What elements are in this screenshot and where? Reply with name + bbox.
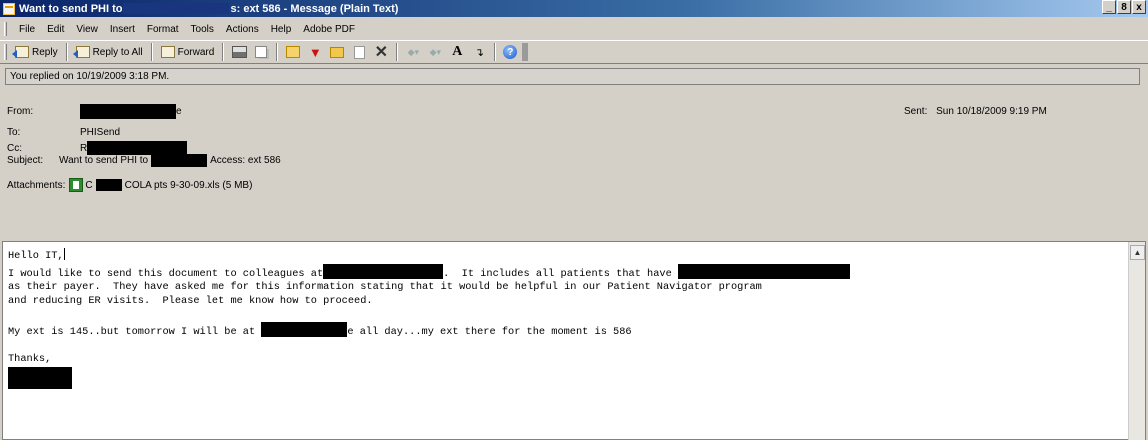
sent-value: Sun 10/18/2009 9:19 PM bbox=[936, 106, 1047, 117]
body-greeting: Hello IT, bbox=[8, 250, 64, 262]
from-row: From: e bbox=[7, 104, 182, 119]
close-button[interactable]: x bbox=[1132, 0, 1146, 14]
forward-button[interactable]: Forward bbox=[157, 42, 219, 62]
reply-label: Reply bbox=[32, 46, 58, 58]
toolbar-separator bbox=[65, 43, 68, 61]
excel-file-icon[interactable] bbox=[69, 178, 84, 192]
body-line: My ext is 145..but tomorrow I will be at bbox=[8, 325, 256, 338]
reply-all-icon bbox=[72, 46, 90, 58]
redaction-bar bbox=[123, 3, 230, 14]
toolbar: Reply Reply to All Forward ▼ ✕ ◆▾ ◆▾ A ↴… bbox=[0, 40, 1148, 64]
attachment-prefix[interactable]: C bbox=[85, 180, 92, 191]
subject-label: Subject: bbox=[7, 155, 44, 166]
body-closing: Thanks, bbox=[8, 353, 52, 366]
toolbar-separator bbox=[494, 43, 497, 61]
redaction-bar bbox=[80, 104, 176, 119]
redaction-bar bbox=[261, 321, 348, 337]
next-item-icon[interactable]: ◆▾ bbox=[427, 44, 443, 60]
redaction-bar bbox=[677, 263, 850, 279]
print-icon[interactable] bbox=[231, 44, 247, 60]
delete-icon[interactable]: ✕ bbox=[373, 44, 389, 61]
toolbar-separator bbox=[150, 43, 153, 61]
sent-info: Sent: Sun 10/18/2009 9:19 PM bbox=[904, 106, 1047, 117]
redaction-bar bbox=[8, 366, 72, 389]
menu-edit[interactable]: Edit bbox=[41, 24, 70, 35]
from-suffix: e bbox=[176, 106, 182, 117]
reply-all-button[interactable]: Reply to All bbox=[72, 42, 147, 62]
text-caret bbox=[63, 248, 65, 260]
menu-tools[interactable]: Tools bbox=[185, 24, 220, 35]
cc-label: Cc: bbox=[7, 142, 22, 154]
vertical-scrollbar[interactable]: ▲ bbox=[1128, 242, 1145, 440]
to-row: To: PHISend bbox=[7, 127, 120, 138]
address-book-icon[interactable]: ↴ bbox=[471, 44, 487, 60]
menu-file[interactable]: File bbox=[13, 24, 41, 35]
info-bar: You replied on 10/19/2009 3:18 PM. bbox=[5, 68, 1140, 85]
forward-label: Forward bbox=[177, 46, 215, 58]
redaction-bar bbox=[323, 263, 444, 279]
toolbar-overflow-handle[interactable] bbox=[522, 43, 529, 61]
title-bar: Want to send PHI to s: ext 586 - Message… bbox=[0, 0, 1148, 17]
toolbar-separator bbox=[396, 43, 399, 61]
redaction-bar bbox=[95, 179, 122, 191]
font-size-icon[interactable]: A bbox=[449, 44, 465, 60]
body-line: as their payer. They have asked me for t… bbox=[8, 281, 762, 294]
title-text-start: Want to send PHI to bbox=[19, 2, 123, 15]
body-line: I would like to send this document to co… bbox=[8, 267, 324, 280]
subject-text-end: Access: ext 586 bbox=[210, 155, 281, 166]
menu-grip bbox=[4, 22, 7, 36]
attachment-name[interactable]: COLA pts 9-30-09.xls (5 MB) bbox=[125, 180, 253, 191]
menu-view[interactable]: View bbox=[70, 24, 104, 35]
attachments-row: Attachments: C COLA pts 9-30-09.xls (5 M… bbox=[7, 178, 252, 192]
minimize-button[interactable]: _ bbox=[1102, 0, 1116, 14]
folder-icon[interactable] bbox=[329, 44, 345, 60]
flag-icon[interactable]: ▼ bbox=[307, 44, 323, 60]
menu-adobe-pdf[interactable]: Adobe PDF bbox=[297, 24, 361, 35]
maximize-button[interactable]: 8 bbox=[1117, 0, 1131, 14]
to-label: To: bbox=[7, 127, 21, 138]
scroll-up-icon[interactable]: ▲ bbox=[1130, 245, 1145, 260]
redaction-bar bbox=[87, 141, 188, 155]
menu-help[interactable]: Help bbox=[265, 24, 298, 35]
menu-insert[interactable]: Insert bbox=[104, 24, 141, 35]
redaction-bar bbox=[151, 154, 208, 167]
message-body-pane[interactable]: Hello IT, I would like to send this docu… bbox=[2, 241, 1146, 440]
cc-prefix: R bbox=[80, 142, 88, 154]
menu-format[interactable]: Format bbox=[141, 24, 185, 35]
toolbar-grip bbox=[4, 44, 7, 60]
message-header: From: e Sent: Sun 10/18/2009 9:19 PM To:… bbox=[0, 87, 1148, 237]
forward-icon bbox=[160, 46, 175, 58]
subject-row: Subject: Want to send PHI to Access: ext… bbox=[7, 154, 281, 167]
sent-label: Sent: bbox=[904, 106, 928, 117]
toolbar-separator bbox=[222, 43, 225, 61]
menu-actions[interactable]: Actions bbox=[220, 24, 265, 35]
menu-bar: File Edit View Insert Format Tools Actio… bbox=[0, 19, 1148, 39]
to-value[interactable]: PHISend bbox=[80, 127, 120, 138]
reply-icon bbox=[12, 46, 29, 58]
body-line: and reducing ER visits. Please let me kn… bbox=[8, 294, 373, 307]
title-text-end: s: ext 586 - Message (Plain Text) bbox=[230, 2, 399, 15]
help-icon[interactable]: ? bbox=[503, 45, 518, 59]
copy-icon[interactable] bbox=[253, 44, 269, 60]
document-icon[interactable] bbox=[351, 44, 367, 60]
message-body[interactable]: Hello IT, I would like to send this docu… bbox=[3, 242, 1128, 440]
message-app-icon bbox=[3, 2, 15, 15]
move-to-folder-icon[interactable] bbox=[285, 44, 301, 60]
reply-button[interactable]: Reply bbox=[11, 42, 62, 62]
cc-row: Cc: R bbox=[7, 141, 188, 155]
previous-item-icon[interactable]: ◆▾ bbox=[405, 44, 421, 60]
toolbar-separator bbox=[276, 43, 279, 61]
attachments-label: Attachments: bbox=[7, 179, 66, 191]
reply-all-label: Reply to All bbox=[92, 46, 143, 58]
body-line: . It includes all patients that have bbox=[443, 267, 672, 280]
from-label: From: bbox=[7, 106, 34, 117]
subject-text-start: Want to send PHI to bbox=[59, 155, 149, 166]
body-line: e all day...my ext there for the moment … bbox=[347, 325, 632, 338]
